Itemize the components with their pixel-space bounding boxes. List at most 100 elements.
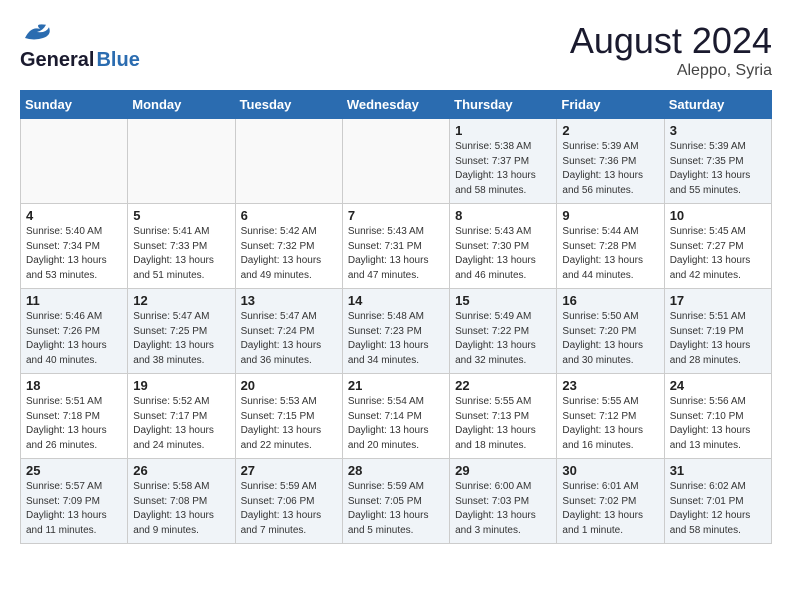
calendar-day-cell: 19Sunrise: 5:52 AM Sunset: 7:17 PM Dayli…: [128, 374, 235, 459]
calendar-day-cell: [342, 119, 449, 204]
day-number: 27: [241, 463, 337, 478]
day-info: Sunrise: 5:51 AM Sunset: 7:18 PM Dayligh…: [26, 395, 122, 453]
calendar-day-cell: 1Sunrise: 5:38 AM Sunset: 7:37 PM Daylig…: [450, 119, 557, 204]
day-info: Sunrise: 5:47 AM Sunset: 7:25 PM Dayligh…: [133, 310, 229, 368]
calendar-day-cell: 6 Sunrise: 5:42 AM Sunset: 7:32 PM Daylig…: [235, 204, 342, 289]
day-number: 3: [670, 123, 766, 138]
day-number: 29: [455, 463, 551, 478]
weekday-header-wednesday: Wednesday: [342, 91, 449, 119]
day-info: Sunrise: 5:39 AM Sunset: 7:35 PM Dayligh…: [670, 140, 766, 198]
day-info: Sunrise: 6:02 AM Sunset: 7:01 PM Dayligh…: [670, 480, 766, 538]
calendar-week-row: 4Sunrise: 5:40 AM Sunset: 7:34 PM Daylig…: [21, 204, 772, 289]
calendar-day-cell: 15 Sunrise: 5:49 AM Sunset: 7:22 PM Dayli…: [450, 289, 557, 374]
calendar-week-row: 25Sunrise: 5:57 AM Sunset: 7:09 PM Dayli…: [21, 459, 772, 544]
day-number: 6: [241, 208, 337, 223]
day-info: Sunrise: 5:47 AM Sunset: 7:24 PM Dayligh…: [241, 310, 337, 368]
day-info: Sunrise: 5:51 AM Sunset: 7:19 PM Dayligh…: [670, 310, 766, 368]
day-number: 20: [241, 378, 337, 393]
day-number: 23: [562, 378, 658, 393]
calendar-day-cell: 5 Sunrise: 5:41 AM Sunset: 7:33 PM Daylig…: [128, 204, 235, 289]
logo-general: General: [20, 49, 94, 72]
calendar-week-row: 18 Sunrise: 5:51 AM Sunset: 7:18 PM Dayli…: [21, 374, 772, 459]
calendar-day-cell: 8 Sunrise: 5:43 AM Sunset: 7:30 PM Daylig…: [450, 204, 557, 289]
day-number: 28: [348, 463, 444, 478]
logo-blue: Blue: [96, 49, 139, 72]
calendar-day-cell: 7 Sunrise: 5:43 AM Sunset: 7:31 PM Daylig…: [342, 204, 449, 289]
day-number: 24: [670, 378, 766, 393]
day-number: 31: [670, 463, 766, 478]
day-number: 1: [455, 123, 551, 138]
calendar-day-cell: 24 Sunrise: 5:56 AM Sunset: 7:10 PM Dayli…: [664, 374, 771, 459]
day-number: 2: [562, 123, 658, 138]
calendar-day-cell: 3 Sunrise: 5:39 AM Sunset: 7:35 PM Daylig…: [664, 119, 771, 204]
weekday-header-tuesday: Tuesday: [235, 91, 342, 119]
calendar-day-cell: 18 Sunrise: 5:51 AM Sunset: 7:18 PM Dayli…: [21, 374, 128, 459]
calendar-day-cell: 22 Sunrise: 5:55 AM Sunset: 7:13 PM Dayli…: [450, 374, 557, 459]
day-number: 17: [670, 293, 766, 308]
day-number: 14: [348, 293, 444, 308]
day-number: 18: [26, 378, 122, 393]
calendar-day-cell: [128, 119, 235, 204]
day-number: 7: [348, 208, 444, 223]
weekday-header-monday: Monday: [128, 91, 235, 119]
calendar-day-cell: 13Sunrise: 5:47 AM Sunset: 7:24 PM Dayli…: [235, 289, 342, 374]
day-number: 30: [562, 463, 658, 478]
calendar-day-cell: 21Sunrise: 5:54 AM Sunset: 7:14 PM Dayli…: [342, 374, 449, 459]
day-info: Sunrise: 5:49 AM Sunset: 7:22 PM Dayligh…: [455, 310, 551, 368]
day-info: Sunrise: 5:48 AM Sunset: 7:23 PM Dayligh…: [348, 310, 444, 368]
day-info: Sunrise: 5:50 AM Sunset: 7:20 PM Dayligh…: [562, 310, 658, 368]
calendar-day-cell: 23 Sunrise: 5:55 AM Sunset: 7:12 PM Dayli…: [557, 374, 664, 459]
day-info: Sunrise: 5:58 AM Sunset: 7:08 PM Dayligh…: [133, 480, 229, 538]
day-info: Sunrise: 5:43 AM Sunset: 7:31 PM Dayligh…: [348, 225, 444, 283]
calendar-day-cell: [21, 119, 128, 204]
day-info: Sunrise: 5:53 AM Sunset: 7:15 PM Dayligh…: [241, 395, 337, 453]
weekday-header-thursday: Thursday: [450, 91, 557, 119]
month-year-title: August 2024: [570, 20, 772, 62]
day-info: Sunrise: 5:39 AM Sunset: 7:36 PM Dayligh…: [562, 140, 658, 198]
page-header: General Blue August 2024 Aleppo, Syria: [20, 20, 772, 80]
calendar-day-cell: 26 Sunrise: 5:58 AM Sunset: 7:08 PM Dayli…: [128, 459, 235, 544]
day-number: 10: [670, 208, 766, 223]
weekday-header-row: SundayMondayTuesdayWednesdayThursdayFrid…: [21, 91, 772, 119]
calendar-day-cell: 11Sunrise: 5:46 AM Sunset: 7:26 PM Dayli…: [21, 289, 128, 374]
day-info: Sunrise: 5:42 AM Sunset: 7:32 PM Dayligh…: [241, 225, 337, 283]
calendar-day-cell: 14 Sunrise: 5:48 AM Sunset: 7:23 PM Dayli…: [342, 289, 449, 374]
calendar-day-cell: 9Sunrise: 5:44 AM Sunset: 7:28 PM Daylig…: [557, 204, 664, 289]
logo-bird-icon: [22, 20, 52, 44]
day-info: Sunrise: 5:55 AM Sunset: 7:13 PM Dayligh…: [455, 395, 551, 453]
day-info: Sunrise: 5:55 AM Sunset: 7:12 PM Dayligh…: [562, 395, 658, 453]
day-number: 15: [455, 293, 551, 308]
calendar-day-cell: 31 Sunrise: 6:02 AM Sunset: 7:01 PM Dayli…: [664, 459, 771, 544]
day-info: Sunrise: 5:41 AM Sunset: 7:33 PM Dayligh…: [133, 225, 229, 283]
weekday-header-saturday: Saturday: [664, 91, 771, 119]
calendar-day-cell: 27 Sunrise: 5:59 AM Sunset: 7:06 PM Dayli…: [235, 459, 342, 544]
day-info: Sunrise: 5:44 AM Sunset: 7:28 PM Dayligh…: [562, 225, 658, 283]
day-info: Sunrise: 5:57 AM Sunset: 7:09 PM Dayligh…: [26, 480, 122, 538]
day-info: Sunrise: 5:59 AM Sunset: 7:06 PM Dayligh…: [241, 480, 337, 538]
day-number: 16: [562, 293, 658, 308]
calendar-week-row: 1Sunrise: 5:38 AM Sunset: 7:37 PM Daylig…: [21, 119, 772, 204]
calendar-day-cell: 29Sunrise: 6:00 AM Sunset: 7:03 PM Dayli…: [450, 459, 557, 544]
day-number: 5: [133, 208, 229, 223]
calendar-day-cell: 4Sunrise: 5:40 AM Sunset: 7:34 PM Daylig…: [21, 204, 128, 289]
title-block: August 2024 Aleppo, Syria: [570, 20, 772, 80]
day-number: 22: [455, 378, 551, 393]
day-info: Sunrise: 5:46 AM Sunset: 7:26 PM Dayligh…: [26, 310, 122, 368]
day-info: Sunrise: 5:59 AM Sunset: 7:05 PM Dayligh…: [348, 480, 444, 538]
day-info: Sunrise: 5:40 AM Sunset: 7:34 PM Dayligh…: [26, 225, 122, 283]
day-number: 8: [455, 208, 551, 223]
calendar-day-cell: 2 Sunrise: 5:39 AM Sunset: 7:36 PM Daylig…: [557, 119, 664, 204]
day-info: Sunrise: 5:45 AM Sunset: 7:27 PM Dayligh…: [670, 225, 766, 283]
calendar-day-cell: 10 Sunrise: 5:45 AM Sunset: 7:27 PM Dayli…: [664, 204, 771, 289]
calendar-day-cell: 17 Sunrise: 5:51 AM Sunset: 7:19 PM Dayli…: [664, 289, 771, 374]
calendar-day-cell: 25Sunrise: 5:57 AM Sunset: 7:09 PM Dayli…: [21, 459, 128, 544]
day-info: Sunrise: 6:01 AM Sunset: 7:02 PM Dayligh…: [562, 480, 658, 538]
day-number: 26: [133, 463, 229, 478]
calendar-table: SundayMondayTuesdayWednesdayThursdayFrid…: [20, 90, 772, 544]
calendar-day-cell: 12Sunrise: 5:47 AM Sunset: 7:25 PM Dayli…: [128, 289, 235, 374]
day-info: Sunrise: 5:54 AM Sunset: 7:14 PM Dayligh…: [348, 395, 444, 453]
calendar-day-cell: [235, 119, 342, 204]
day-info: Sunrise: 5:56 AM Sunset: 7:10 PM Dayligh…: [670, 395, 766, 453]
location-subtitle: Aleppo, Syria: [570, 62, 772, 80]
day-info: Sunrise: 5:43 AM Sunset: 7:30 PM Dayligh…: [455, 225, 551, 283]
